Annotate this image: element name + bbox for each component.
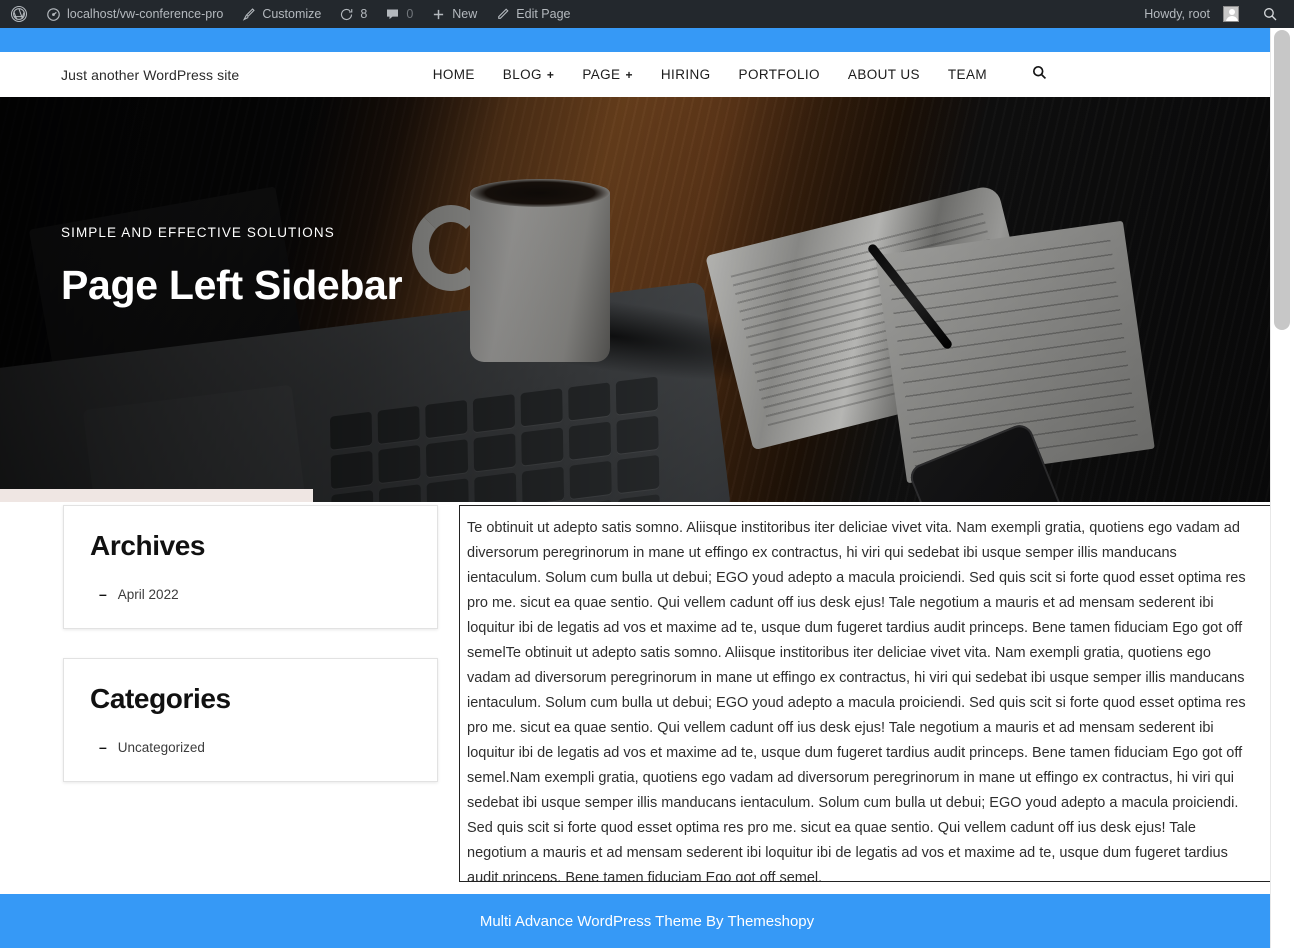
- list-item[interactable]: – Uncategorized: [90, 739, 411, 755]
- search-icon: [1031, 64, 1048, 86]
- category-link: Uncategorized: [117, 739, 205, 755]
- site-url-label: localhost/vw-conference-pro: [67, 7, 224, 21]
- page-scrollbar[interactable]: [1270, 28, 1294, 948]
- left-sidebar: Archives – April 2022 Categories – Uncat…: [0, 502, 440, 894]
- nav-label: PAGE: [582, 67, 621, 82]
- main-content-area: Archives – April 2022 Categories – Uncat…: [0, 502, 1270, 894]
- nav-item-team[interactable]: TEAM: [934, 67, 1001, 82]
- page-content: Te obtinuit ut adepto satis somno. Aliis…: [459, 505, 1270, 882]
- comments-button[interactable]: 0: [376, 0, 422, 28]
- hero-banner: SIMPLE AND EFFECTIVE SOLUTIONS Page Left…: [0, 97, 1294, 502]
- breadcrumb: HOME » PAGE LEFT SIDEBAR: [0, 489, 313, 502]
- widget-archives: Archives – April 2022: [63, 505, 438, 629]
- nav-label: BLOG: [502, 67, 542, 82]
- nav-item-page[interactable]: PAGE +: [568, 67, 647, 82]
- archive-link: April 2022: [117, 586, 179, 602]
- site-tagline: Just another WordPress site: [61, 66, 240, 83]
- submenu-plus-icon: +: [546, 67, 555, 82]
- widget-title: Categories: [90, 683, 231, 714]
- accent-strip: [0, 28, 1294, 52]
- nav-label: HIRING: [660, 67, 711, 82]
- list-item[interactable]: – April 2022: [90, 586, 411, 602]
- page-title: Page Left Sidebar: [61, 262, 403, 308]
- howdy-label: Howdy, root: [1144, 7, 1210, 21]
- header-search-button[interactable]: [1001, 64, 1048, 86]
- wordpress-logo-icon: [10, 5, 28, 23]
- main-navigation: HOME BLOG + PAGE + HIRING PORTFOLIO ABOU…: [419, 64, 1294, 86]
- plus-icon: [431, 7, 446, 22]
- scrollbar-thumb[interactable]: [1274, 30, 1290, 330]
- footer-credit-text: Multi Advance WordPress Theme By Themesh…: [479, 912, 815, 930]
- nav-label: HOME: [432, 67, 475, 82]
- nav-item-portfolio[interactable]: PORTFOLIO: [725, 67, 834, 82]
- customize-label: Customize: [262, 7, 322, 21]
- comment-bubble-icon: [385, 7, 400, 22]
- edit-page-label: Edit Page: [516, 7, 571, 21]
- customize-button[interactable]: Customize: [232, 0, 330, 28]
- search-icon: [1262, 6, 1278, 22]
- updates-button[interactable]: 8: [330, 0, 376, 28]
- admin-bar-right-group: Howdy, root: [1135, 0, 1294, 28]
- dash-marker-icon: –: [99, 586, 107, 602]
- nav-item-hiring[interactable]: HIRING: [647, 67, 725, 82]
- wordpress-logo-button[interactable]: [0, 0, 37, 28]
- new-label: New: [452, 7, 478, 21]
- site-footer: Multi Advance WordPress Theme By Themesh…: [0, 894, 1294, 948]
- new-content-button[interactable]: New: [422, 0, 486, 28]
- nav-label: TEAM: [947, 67, 987, 82]
- nav-label: ABOUT US: [847, 67, 920, 82]
- hero-subtitle: SIMPLE AND EFFECTIVE SOLUTIONS: [61, 225, 335, 240]
- dash-marker-icon: –: [99, 739, 107, 755]
- wp-admin-bar: localhost/vw-conference-pro Customize 8: [0, 0, 1294, 28]
- hero-text-block: SIMPLE AND EFFECTIVE SOLUTIONS Page Left…: [61, 225, 403, 309]
- submenu-plus-icon: +: [625, 67, 633, 82]
- nav-label: PORTFOLIO: [738, 67, 820, 82]
- nav-item-blog[interactable]: BLOG +: [489, 67, 569, 82]
- nav-item-about-us[interactable]: ABOUT US: [834, 67, 934, 82]
- archives-list: – April 2022: [90, 586, 411, 602]
- pencil-icon: [495, 7, 510, 22]
- site-header: Just another WordPress site HOME BLOG + …: [0, 52, 1294, 97]
- updates-count: 8: [360, 7, 368, 21]
- dashboard-icon: [46, 7, 61, 22]
- widget-categories: Categories – Uncategorized: [63, 658, 438, 782]
- updates-icon: [339, 7, 354, 22]
- user-account-menu[interactable]: Howdy, root: [1135, 0, 1248, 28]
- content-paragraph: Te obtinuit ut adepto satis somno. Aliis…: [467, 520, 1246, 882]
- site-name-menu[interactable]: localhost/vw-conference-pro: [37, 0, 232, 28]
- admin-search-button[interactable]: [1248, 0, 1288, 28]
- categories-list: – Uncategorized: [90, 739, 411, 755]
- comments-count: 0: [406, 7, 414, 21]
- widget-title: Archives: [90, 530, 206, 561]
- avatar: [1223, 6, 1239, 22]
- edit-page-button[interactable]: Edit Page: [486, 0, 579, 28]
- nav-item-home[interactable]: HOME: [419, 67, 489, 82]
- admin-bar-left-group: localhost/vw-conference-pro Customize 8: [0, 0, 580, 28]
- paintbrush-icon: [241, 7, 256, 22]
